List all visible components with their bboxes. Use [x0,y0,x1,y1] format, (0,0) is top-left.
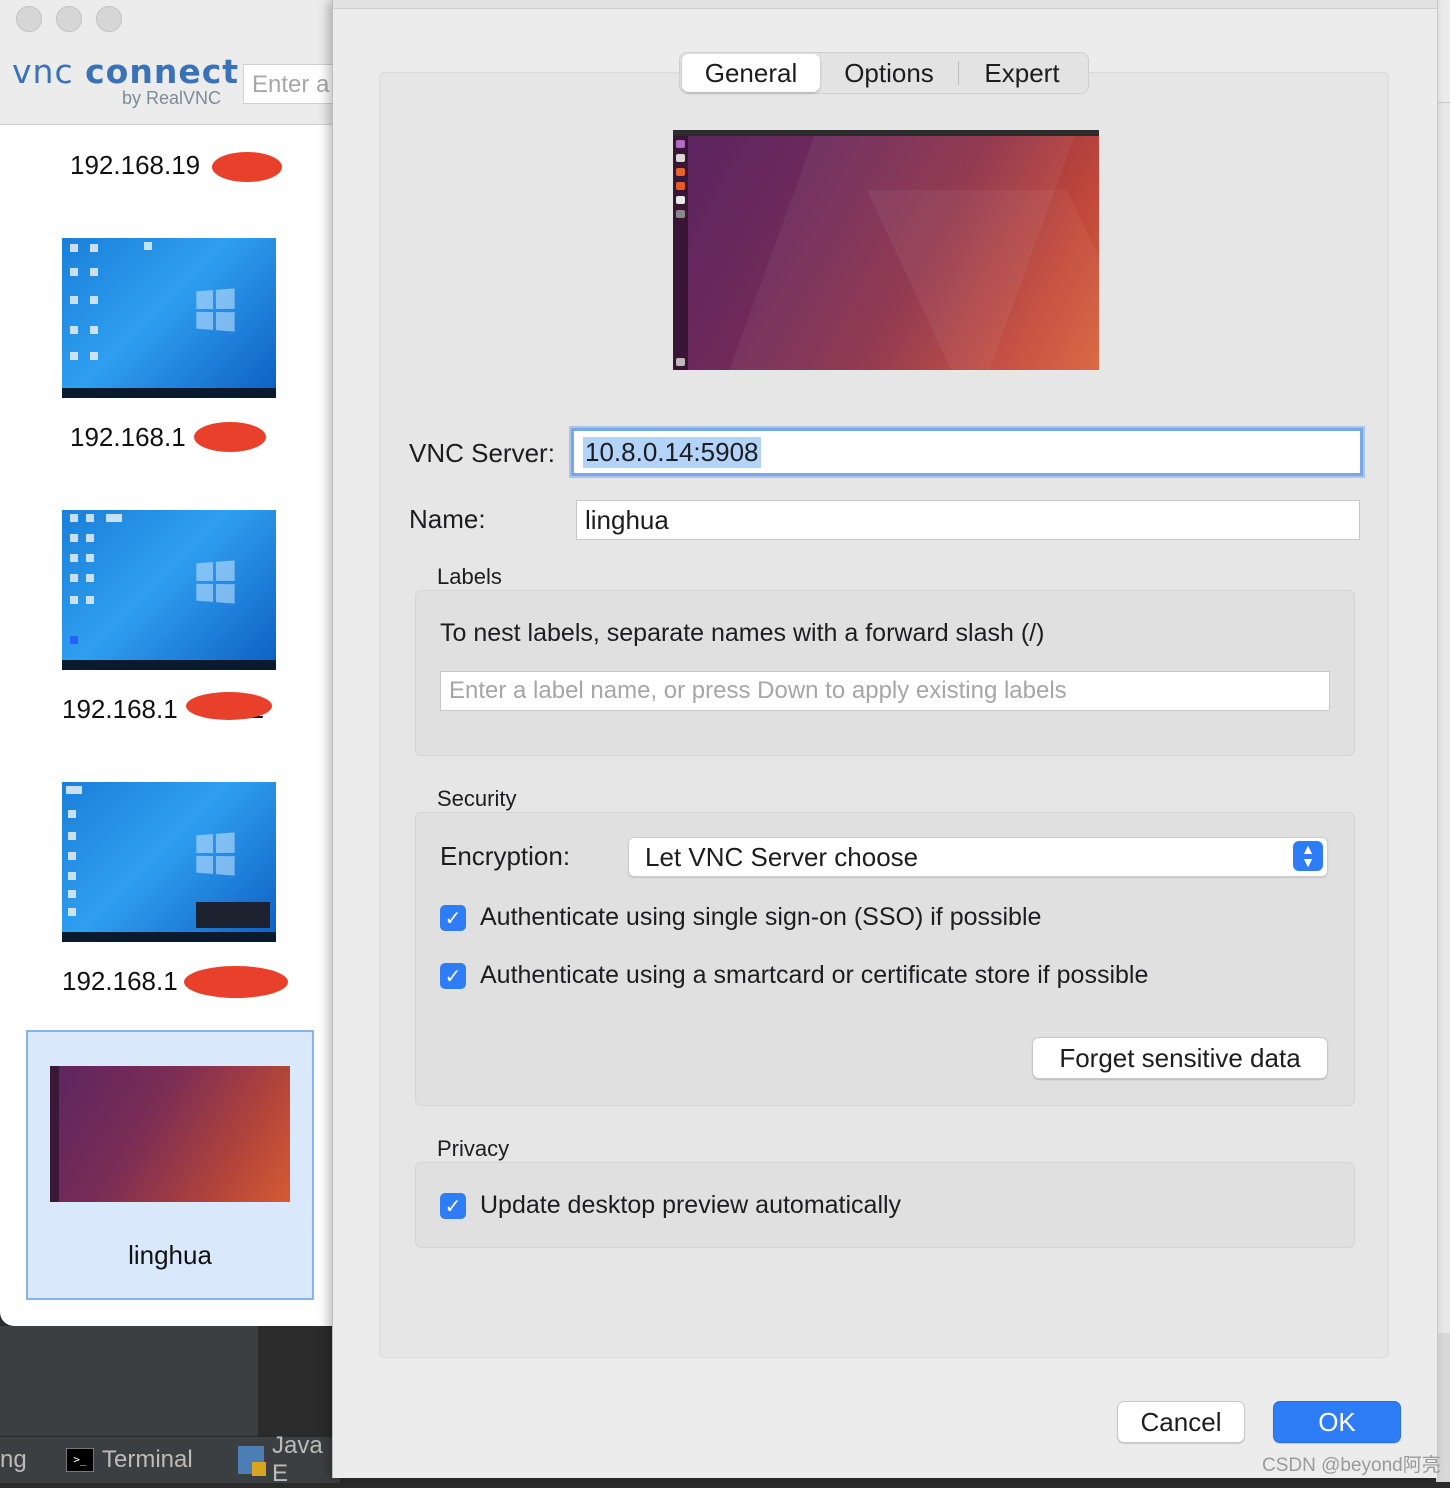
update-preview-label: Update desktop preview automatically [480,1191,902,1219]
redaction-mark [194,422,266,452]
ide-bottom-bar: ng >_ Terminal Java E [0,1432,340,1487]
watermark: CSDN @beyond阿亮 [1262,1455,1441,1476]
name-value: linghua [585,504,669,535]
vnc-server-label: VNC Server: [409,438,555,468]
desktop-preview-image [673,130,1099,370]
checkmark-icon[interactable]: ✓ [440,1192,466,1219]
vnc-server-value: 10.8.0.14:5908 [583,436,761,468]
windows-desktop-thumbnail[interactable] [62,510,276,670]
task-item-label: Java E [271,1432,323,1487]
chevron-up-down-icon: ▲ ▼ [1293,841,1323,871]
viewer-titlebar [0,0,345,46]
tile-label[interactable]: 192.168.19 [70,150,200,181]
background-window-edge [1436,0,1450,1482]
tab-general[interactable]: General [682,54,820,92]
cancel-button[interactable]: Cancel [1117,1401,1245,1443]
close-window-button[interactable] [16,6,42,32]
security-section-title: Security [437,786,517,811]
redaction-mark [184,966,288,998]
update-preview-checkbox-row[interactable]: ✓ Update desktop preview automatically [440,1191,901,1220]
task-item-terminal[interactable]: >_ Terminal [66,1443,193,1477]
tile-label[interactable]: 192.168.1 [62,966,178,997]
encryption-label: Encryption: [440,841,571,871]
windows-desktop-thumbnail[interactable] [62,782,276,942]
labels-group: To nest labels, separate names with a fo… [415,590,1355,756]
vnc-viewer-window: vnc connect by RealVNC Enter a 192.168.1… [0,0,345,1326]
tab-options[interactable]: Options [820,54,958,92]
checkmark-icon[interactable]: ✓ [440,962,466,989]
privacy-section-title: Privacy [437,1136,510,1161]
sso-checkbox-label: Authenticate using single sign-on (SSO) … [480,903,1042,931]
selected-connection-tile[interactable]: linghua [26,1030,314,1300]
vnc-connect-logo: vnc connect [12,52,240,91]
name-label: Name: [409,504,486,534]
task-item-label: Terminal [102,1446,193,1473]
search-input[interactable]: Enter a [243,64,345,104]
task-item-cut[interactable]: ng [0,1443,27,1477]
security-group: Encryption: Let VNC Server choose ▲ ▼ ✓ A… [415,812,1355,1106]
logo-subtitle: by RealVNC [122,88,222,108]
tab-bar: General Options Expert [679,52,1089,94]
java-icon [238,1446,266,1476]
encryption-select[interactable]: Let VNC Server choose ▲ ▼ [628,837,1328,877]
ok-button[interactable]: OK [1273,1401,1401,1443]
label-input[interactable]: Enter a label name, or press Down to app… [440,671,1330,711]
redaction-mark [186,692,272,720]
labels-section-title: Labels [437,564,502,589]
sso-checkbox-row[interactable]: ✓ Authenticate using single sign-on (SSO… [440,903,1041,932]
ubuntu-desktop-thumbnail [50,1066,290,1202]
forget-sensitive-data-button[interactable]: Forget sensitive data [1032,1037,1328,1079]
tab-expert[interactable]: Expert [959,54,1085,92]
smartcard-checkbox-row[interactable]: ✓ Authenticate using a smartcard or cert… [440,961,1148,990]
connection-properties-dialog: General Options Expert VNC Server: 10.8.… [332,0,1438,1478]
tile-label: linghua [128,1240,212,1270]
windows-desktop-thumbnail[interactable] [62,238,276,398]
privacy-group: ✓ Update desktop preview automatically [415,1162,1355,1248]
name-input[interactable]: linghua [576,500,1360,540]
smartcard-checkbox-label: Authenticate using a smartcard or certif… [480,961,1149,989]
labels-hint: To nest labels, separate names with a fo… [440,619,1045,647]
label-input-placeholder: Enter a label name, or press Down to app… [449,677,1067,704]
task-item-label: ng [0,1446,27,1473]
checkmark-icon[interactable]: ✓ [440,904,466,931]
redaction-mark [212,152,282,182]
notification-popup [196,902,270,928]
encryption-value: Let VNC Server choose [645,841,919,872]
task-item-java[interactable]: Java E [238,1432,340,1487]
terminal-icon: >_ [66,1448,94,1472]
vnc-server-input[interactable]: 10.8.0.14:5908 [571,428,1363,476]
zoom-window-button[interactable] [96,6,122,32]
viewer-toolbar: vnc connect by RealVNC Enter a [0,46,345,125]
minimize-window-button[interactable] [56,6,82,32]
